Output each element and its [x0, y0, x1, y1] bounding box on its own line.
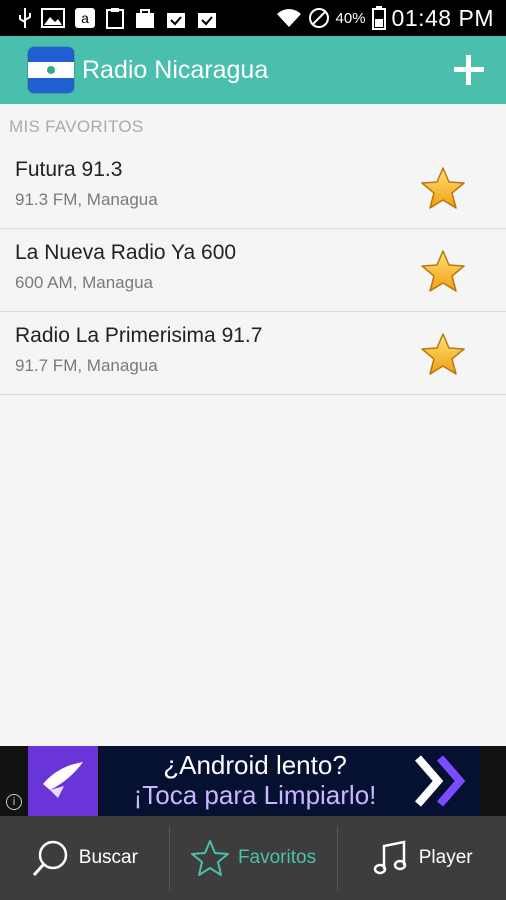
image-icon: [41, 8, 65, 28]
tab-label: Favoritos: [237, 847, 317, 868]
ad-logo-icon: [28, 746, 98, 816]
bag-check-icon: [198, 13, 216, 28]
amazon-icon: a: [75, 8, 95, 28]
nicaragua-flag-icon: [28, 47, 74, 93]
section-title: MIS FAVORITOS: [9, 117, 144, 136]
station-row[interactable]: Radio La Primerisima 91.7 91.7 FM, Manag…: [0, 312, 506, 395]
star-icon[interactable]: [420, 166, 466, 210]
station-subtitle: 600 AM, Managua: [15, 273, 153, 292]
do-not-disturb-icon: [308, 8, 329, 28]
add-station-button[interactable]: [454, 55, 484, 85]
favorites-list: Futura 91.3 91.3 FM, Managua La Nueva Ra…: [0, 146, 506, 395]
search-icon: [31, 838, 71, 878]
wifi-icon: [276, 9, 301, 27]
star-icon[interactable]: [420, 332, 466, 376]
station-row[interactable]: La Nueva Radio Ya 600 600 AM, Managua: [0, 229, 506, 312]
station-subtitle: 91.7 FM, Managua: [15, 356, 158, 375]
tab-buscar[interactable]: Buscar: [0, 816, 169, 900]
tab-label: Player: [418, 847, 473, 868]
battery-percent: 40%: [335, 9, 366, 27]
tab-favoritos[interactable]: Favoritos: [168, 816, 338, 900]
svg-text:a: a: [81, 10, 89, 26]
station-name: Futura 91.3: [15, 158, 123, 181]
bag-check-icon: [167, 13, 185, 28]
info-icon[interactable]: i: [6, 794, 22, 810]
ad-text: ¿Android lento? ¡Toca para Limpiarlo!: [100, 746, 410, 816]
chevron-right-icon: [410, 746, 480, 816]
station-name: Radio La Primerisima 91.7: [15, 324, 263, 347]
usb-icon: [19, 8, 31, 28]
station-row[interactable]: Futura 91.3 91.3 FM, Managua: [0, 146, 506, 229]
bag-icon: [136, 9, 154, 28]
tab-player[interactable]: Player: [337, 816, 506, 900]
music-note-icon: [371, 838, 411, 878]
ad-headline: ¿Android lento?: [163, 750, 347, 780]
bottom-nav: Buscar Favoritos Player: [0, 816, 506, 900]
star-icon[interactable]: [420, 249, 466, 293]
app-bar: Radio Nicaragua: [0, 36, 506, 104]
station-subtitle: 91.3 FM, Managua: [15, 190, 158, 209]
system-icons: 40% 01:48 PM: [276, 5, 506, 32]
clock: 01:48 PM: [391, 4, 494, 31]
ad-banner[interactable]: i ¿Android lento? ¡Toca para Limpiarlo!: [0, 746, 506, 816]
status-bar: a 40% 01:48 PM: [0, 0, 506, 36]
tab-label: Buscar: [78, 847, 138, 868]
station-name: La Nueva Radio Ya 600: [15, 241, 237, 264]
clipboard-icon: [106, 8, 124, 29]
app-title: Radio Nicaragua: [82, 55, 269, 84]
battery-icon: [371, 6, 386, 30]
ad-cta: ¡Toca para Limpiarlo!: [133, 780, 377, 810]
notification-icons: a: [0, 7, 218, 29]
star-outline-icon: [190, 838, 230, 878]
